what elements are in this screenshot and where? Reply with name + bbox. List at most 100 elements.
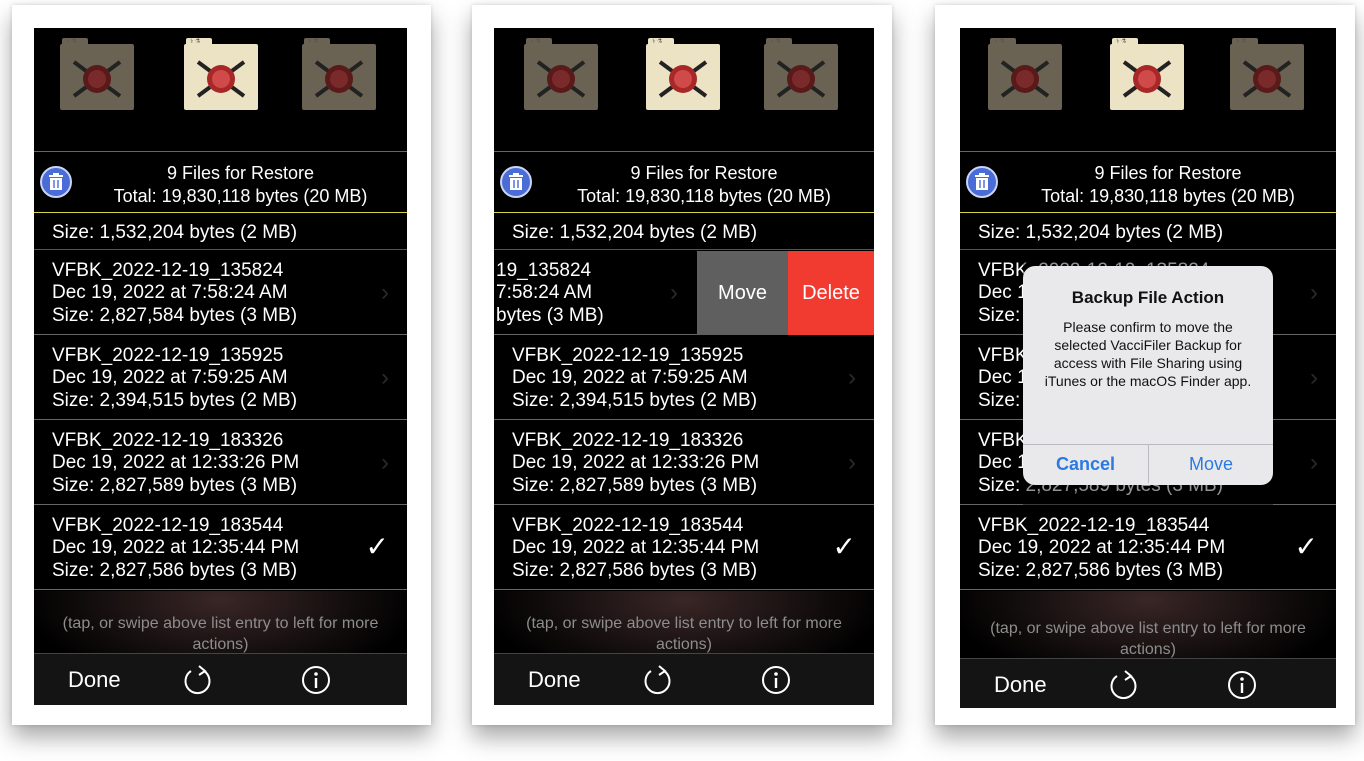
chevron-right-icon: ›	[381, 449, 389, 476]
header-total: Total: 19,830,118 bytes (20 MB)	[577, 186, 831, 206]
item-date: Dec 19, 2022 at 7:59:25 AM	[52, 367, 288, 388]
dialog-title: Backup File Action	[1071, 288, 1225, 307]
trash-icon[interactable]	[966, 166, 998, 198]
cancel-button[interactable]: Cancel	[1023, 454, 1148, 475]
info-icon[interactable]	[1226, 669, 1258, 701]
header-title: 9 Files for Restore	[166, 163, 315, 183]
refresh-icon[interactable]	[1108, 668, 1140, 702]
done-button[interactable]: Done	[68, 667, 121, 693]
swipe-delete-button[interactable]: Delete	[788, 251, 874, 335]
hint-text: (tap, or swipe above list entry to left …	[62, 615, 379, 653]
item-size: Size: 1,532,204 bytes (2 MB)	[978, 222, 1224, 243]
header-title: 9 Files for Restore	[630, 163, 778, 183]
folder-icon-right[interactable]: ⚕ ⚗	[302, 36, 376, 110]
refresh-icon[interactable]	[182, 663, 214, 697]
list-item-selected[interactable]: VFBK_2022-12-19_183544 Dec 19, 2022 at 1…	[34, 506, 407, 590]
list-item-partial[interactable]: Size: 1,532,204 bytes (2 MB)	[34, 214, 407, 250]
chevron-right-icon: ›	[848, 364, 856, 391]
list-header: 9 Files for Restore Total: 19,830,118 by…	[960, 151, 1336, 213]
item-name: VFBK_2022-12-19_183326	[512, 430, 744, 451]
checkmark-icon: ✓	[832, 531, 856, 562]
folder-icon-selected[interactable]: ⚕ ⚗	[646, 36, 720, 110]
list-item[interactable]: VFBK_2022-12-19_183326 Dec 19, 2022 at 1…	[494, 421, 874, 505]
item-date: 7:58:24 AM	[496, 282, 593, 303]
done-button[interactable]: Done	[994, 672, 1047, 698]
item-size: Size: 2,827,589 bytes (3 MB)	[512, 475, 758, 496]
item-name: VFBK_2022-12-19_183544	[52, 515, 284, 536]
panel-1-screen: ⚕ ⚗ ⚕ ⚗ ⚕ ⚗ 9 Files for Restore Total: 1…	[34, 28, 407, 705]
move-button[interactable]: Move	[1149, 454, 1273, 475]
chevron-right-icon: ›	[670, 279, 678, 306]
folder-icon-right[interactable]: ⚕ ⚗	[764, 36, 838, 110]
header-total: Total: 19,830,118 bytes (20 MB)	[1041, 186, 1295, 206]
item-date: Dec 19, 2022 at 12:35:44 PM	[52, 537, 300, 558]
done-button[interactable]: Done	[528, 667, 581, 693]
header-title: 9 Files for Restore	[1094, 163, 1242, 183]
trash-icon[interactable]	[40, 166, 72, 198]
item-size: Size: 2,827,586 bytes (3 MB)	[512, 560, 758, 581]
hint-text: (tap, or swipe above list entry to left …	[990, 620, 1306, 658]
chevron-right-icon: ›	[1310, 279, 1318, 306]
checkmark-icon: ✓	[1294, 531, 1318, 562]
dialog-message: Please confirm to move the selected Vacc…	[1044, 319, 1252, 389]
bottom-toolbar: Done	[494, 653, 874, 705]
item-size: Size: 2,394,515 bytes (2 MB)	[512, 390, 758, 411]
item-date: Dec 19, 2022 at 12:35:44 PM	[512, 537, 760, 558]
item-date: Dec 19, 2022 at 12:33:26 PM	[512, 452, 760, 473]
list-item[interactable]: VFBK_2022-12-19_135925 Dec 19, 2022 at 7…	[494, 336, 874, 420]
list-item[interactable]: VFBK_2022-12-19_135824 Dec 19, 2022 at 7…	[34, 251, 407, 335]
item-size: Size: 1,532,204 bytes (2 MB)	[512, 222, 758, 243]
item-date: Dec 19, 2022 at 7:59:25 AM	[512, 367, 748, 388]
chevron-right-icon: ›	[381, 279, 389, 306]
item-date: Dec 19, 2022 at 12:35:44 PM	[978, 537, 1226, 558]
swipe-move-button[interactable]: Move	[697, 251, 788, 335]
info-icon[interactable]	[300, 664, 332, 696]
refresh-icon[interactable]	[642, 663, 674, 697]
list-item[interactable]: VFBK_2022-12-19_183326 Dec 19, 2022 at 1…	[34, 421, 407, 505]
folder-strip: ⚕ ⚗ ⚕ ⚗ ⚕ ⚗	[960, 28, 1336, 151]
list-header: 9 Files for Restore Total: 19,830,118 by…	[494, 151, 874, 213]
hint-text: (tap, or swipe above list entry to left …	[526, 615, 842, 653]
folder-icon-selected[interactable]: ⚕ ⚗	[184, 36, 258, 110]
list-item-selected[interactable]: VFBK_2022-12-19_183544 Dec 19, 2022 at 1…	[960, 506, 1336, 590]
panel-3-frame: ⚕ ⚗ ⚕ ⚗ ⚕ ⚗ 9 Files for Restore Total: 1…	[935, 5, 1355, 725]
item-name: 19_135824	[496, 260, 592, 281]
bottom-toolbar: Done	[34, 653, 407, 705]
folder-icon-left[interactable]: ⚕ ⚗	[524, 36, 598, 110]
item-size: Size: 2,827,586 bytes (3 MB)	[52, 560, 298, 581]
confirm-dialog: Backup File Action Please confirm to mov…	[1023, 266, 1273, 485]
trash-icon[interactable]	[500, 166, 532, 198]
header-total: Total: 19,830,118 bytes (20 MB)	[113, 186, 368, 206]
item-name: VFBK_2022-12-19_183326	[52, 430, 284, 451]
item-name: VFBK_2022-12-19_135925	[52, 345, 284, 366]
list-item[interactable]: VFBK_2022-12-19_135925 Dec 19, 2022 at 7…	[34, 336, 407, 420]
item-size: bytes (3 MB)	[496, 305, 604, 326]
item-size: Size: 1,532,204 bytes (2 MB)	[52, 222, 298, 243]
list-header: 9 Files for Restore Total: 19,830,118 by…	[34, 151, 407, 213]
folder-icon-left[interactable]: ⚕ ⚗	[988, 36, 1062, 110]
folder-strip: ⚕ ⚗ ⚕ ⚗ ⚕ ⚗	[34, 28, 407, 151]
folder-icon-left[interactable]: ⚕ ⚗	[60, 36, 134, 110]
folder-icon-selected[interactable]: ⚕ ⚗	[1110, 36, 1184, 110]
item-size: Size: 2,394,515 bytes (2 MB)	[52, 390, 298, 411]
panel-2-screen: ⚕ ⚗ ⚕ ⚗ ⚕ ⚗ 9 Files for Restore Total: 1…	[494, 28, 874, 705]
item-date: Dec 19, 2022 at 7:58:24 AM	[52, 282, 288, 303]
panel-1-frame: ⚕ ⚗ ⚕ ⚗ ⚕ ⚗ 9 Files for Restore Total: 1…	[12, 5, 431, 725]
item-size: Size: 2,827,584 bytes (3 MB)	[52, 305, 298, 326]
chevron-right-icon: ›	[1310, 449, 1318, 476]
panel-3-screen: ⚕ ⚗ ⚕ ⚗ ⚕ ⚗ 9 Files for Restore Total: 1…	[960, 28, 1336, 708]
item-name: VFBK_2022-12-19_135824	[52, 260, 284, 281]
item-size: Size: 2,827,589 bytes (3 MB)	[52, 475, 298, 496]
chevron-right-icon: ›	[381, 364, 389, 391]
list-item-partial[interactable]: Size: 1,532,204 bytes (2 MB)	[494, 214, 874, 250]
list-item-selected[interactable]: VFBK_2022-12-19_183544 Dec 19, 2022 at 1…	[494, 506, 874, 590]
item-size: Size: 2,827,586 bytes (3 MB)	[978, 560, 1224, 581]
bottom-toolbar: Done	[960, 658, 1336, 708]
list-item-partial[interactable]: Size: 1,532,204 bytes (2 MB)	[960, 214, 1336, 250]
info-icon[interactable]	[760, 664, 792, 696]
chevron-right-icon: ›	[1310, 364, 1318, 391]
folder-icon-right[interactable]: ⚕ ⚗	[1230, 36, 1304, 110]
item-name: VFBK_2022-12-19_183544	[978, 515, 1210, 536]
checkmark-icon: ✓	[365, 531, 389, 562]
chevron-right-icon: ›	[848, 449, 856, 476]
